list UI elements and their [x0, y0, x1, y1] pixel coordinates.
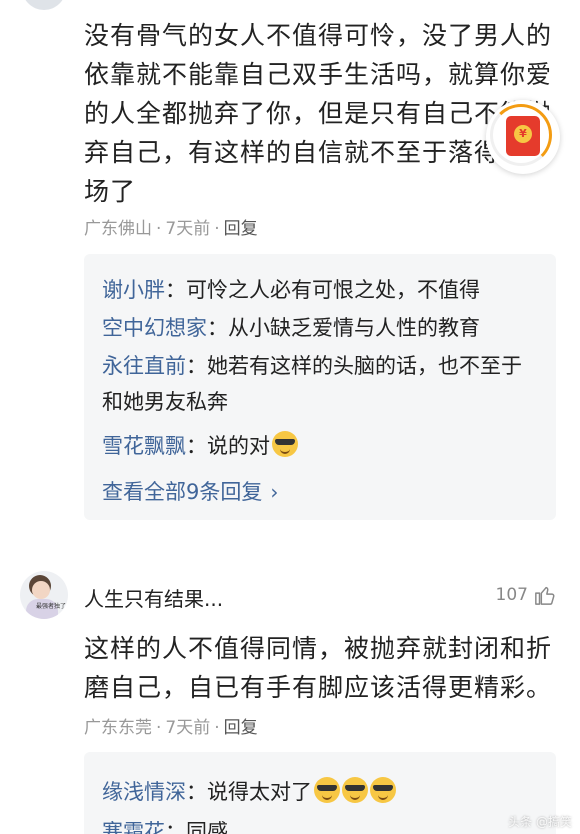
like-count: 107	[495, 585, 528, 605]
avatar-caption: 最强者独了	[36, 603, 67, 610]
reply-text: 同感	[186, 820, 228, 834]
reply-item[interactable]: 雪花飘飘：说的对	[102, 428, 542, 464]
comment-feed: 没有骨气的女人不值得可怜，没了男人的依靠就不能靠自己双手生活吗，就算你爱的人全都…	[0, 0, 580, 834]
watermark: 头条 @搞笑	[508, 815, 572, 829]
reply-text: 从小缺乏爱情与人性的教育	[228, 316, 480, 340]
sunglasses-emoji-icon	[342, 777, 368, 803]
previous-avatar[interactable]	[22, 0, 66, 10]
coin-icon: ¥	[514, 125, 532, 143]
comment-meta: 广东佛山 · 7天前 · 回复	[84, 219, 258, 239]
reply-button[interactable]: 回复	[224, 219, 258, 239]
reply-item[interactable]: 缘浅情深：说得太对了	[102, 774, 542, 810]
sunglasses-emoji-icon	[272, 431, 298, 457]
reply-author[interactable]: 雪花飘飘	[102, 434, 186, 458]
reply-author[interactable]: 空中幻想家	[102, 316, 207, 340]
comment-location: 广东东莞	[84, 718, 152, 738]
comment-meta: 广东东莞 · 7天前 · 回复	[84, 718, 258, 738]
reply-author[interactable]: 缘浅情深	[102, 780, 186, 804]
sunglasses-emoji-icon	[370, 777, 396, 803]
thumbs-up-icon	[535, 586, 555, 605]
red-envelope-button[interactable]: ¥	[486, 100, 560, 174]
sunglasses-emoji-icon	[314, 777, 340, 803]
reply-item[interactable]: 谢小胖：可怜之人必有可恨之处，不值得	[102, 272, 542, 308]
reply-button[interactable]: 回复	[224, 718, 258, 738]
reply-item[interactable]: 永往直前：她若有这样的头脑的话，也不至于和她男友私奔	[102, 348, 542, 420]
comment-location: 广东佛山	[84, 219, 152, 239]
replies-panel: 谢小胖：可怜之人必有可恨之处，不值得 空中幻想家：从小缺乏爱情与人性的教育 永往…	[84, 254, 556, 520]
reply-author[interactable]: 谢小胖	[102, 278, 165, 302]
avatar[interactable]: 最强者独了	[20, 571, 68, 619]
reply-item[interactable]: 空中幻想家：从小缺乏爱情与人性的教育	[102, 310, 542, 346]
replies-panel: 缘浅情深：说得太对了 寒霜花：同感	[84, 752, 556, 834]
comment-time: 7天前	[165, 219, 211, 239]
view-all-label: 查看全部9条回复	[102, 480, 263, 504]
comment-text: 没有骨气的女人不值得可怜，没了男人的依靠就不能靠自己双手生活吗，就算你爱的人全都…	[84, 21, 553, 206]
reply-text: 说得太对了	[207, 780, 312, 804]
chevron-right-icon: ›	[270, 480, 279, 504]
like-button[interactable]: 107	[496, 584, 556, 606]
reply-text: 可怜之人必有可恨之处，不值得	[186, 278, 480, 302]
username[interactable]: 人生只有结果...	[84, 583, 223, 612]
comment-separator	[0, 528, 580, 540]
reply-text: 说的对	[207, 434, 270, 458]
reply-item[interactable]: 寒霜花：同感	[102, 814, 542, 834]
view-all-replies-link[interactable]: 查看全部9条回复 ›	[102, 476, 278, 506]
comment-text: 这样的人不值得同情，被抛弃就封闭和折磨自己，自已有手有脚应该活得更精彩。	[84, 634, 553, 702]
reply-author[interactable]: 永往直前	[102, 354, 186, 378]
reply-author[interactable]: 寒霜花	[102, 820, 165, 834]
comment-time: 7天前	[165, 718, 211, 738]
